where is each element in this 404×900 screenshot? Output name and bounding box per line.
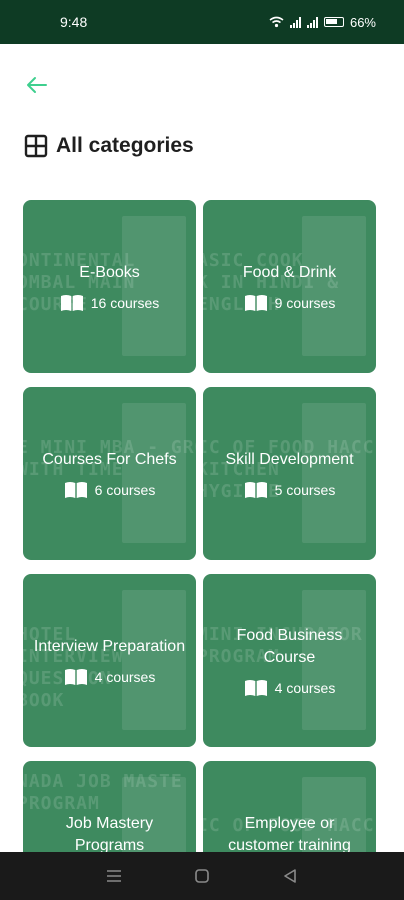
book-icon [244, 679, 267, 696]
category-grid: ONTINENTAL OMBAL MAIN COURSE E-Books 16 co… [23, 200, 376, 900]
home-button[interactable] [187, 861, 217, 891]
category-title: Job Mastery Programs [65, 815, 154, 854]
category-card[interactable]: IC OF FOOD HACC KITCHEN HYGIENE Skill Deve… [203, 387, 376, 560]
book-icon [64, 481, 87, 498]
wifi-icon [269, 16, 284, 28]
course-count: 16 courses [90, 294, 160, 311]
course-count: 4 courses [94, 668, 156, 685]
category-title: Food Business Course [236, 626, 343, 666]
category-title: Employee or customer training [228, 815, 351, 854]
category-title: Interview Preparation [33, 637, 186, 655]
category-count-row: 5 courses [244, 481, 336, 499]
category-title: Food & Drink [242, 263, 337, 281]
category-card[interactable]: ONTINENTAL OMBAL MAIN COURSE E-Books 16 co… [23, 200, 196, 373]
system-nav-bar [0, 852, 404, 900]
category-count-row: 6 courses [64, 481, 156, 499]
category-count-row: 9 courses [244, 294, 336, 312]
page-title: All categories [56, 134, 194, 157]
menu-icon [107, 870, 121, 882]
grid-icon [24, 134, 48, 158]
book-icon [64, 668, 87, 685]
status-bar: 9:48 66% [0, 0, 404, 44]
home-icon [195, 869, 209, 883]
category-title: Courses For Chefs [42, 450, 177, 468]
arrow-left-icon [27, 77, 47, 93]
battery-icon [323, 17, 344, 27]
category-count-row: 4 courses [64, 668, 156, 686]
book-icon [244, 294, 267, 311]
system-back-button[interactable] [275, 861, 305, 891]
course-count: 9 courses [274, 294, 336, 311]
category-card[interactable]: E MINI MBA - GRO WITH TIME Courses For Ch… [23, 387, 196, 560]
signal-icon [306, 16, 318, 28]
battery-percent: 66% [349, 14, 376, 30]
category-card[interactable]: HOTELINTERVIEWQUESTIONBOOK Interview Pre… [23, 574, 196, 747]
category-card[interactable]: MINI INCUBATOR PROGRAM Food Business Cour… [203, 574, 376, 747]
category-count-row: 4 courses [244, 679, 336, 697]
back-icon [284, 869, 296, 883]
book-icon [244, 481, 267, 498]
status-time: 9:48 [60, 14, 88, 30]
page-heading: All categories [24, 134, 194, 158]
course-count: 5 courses [274, 481, 336, 498]
status-icons: 66% [269, 15, 376, 30]
category-card[interactable]: ASIC COOK K IN HINDI & ENGLISH Food & Drin… [203, 200, 376, 373]
course-count: 6 courses [94, 481, 156, 498]
signal-icon [289, 16, 301, 28]
course-count: 4 courses [274, 679, 336, 696]
back-button[interactable] [22, 70, 52, 100]
category-title: Skill Development [225, 450, 354, 468]
book-icon [60, 294, 83, 311]
category-count-row: 16 courses [60, 294, 159, 312]
menu-button[interactable] [99, 861, 129, 891]
category-title: E-Books [79, 263, 140, 281]
